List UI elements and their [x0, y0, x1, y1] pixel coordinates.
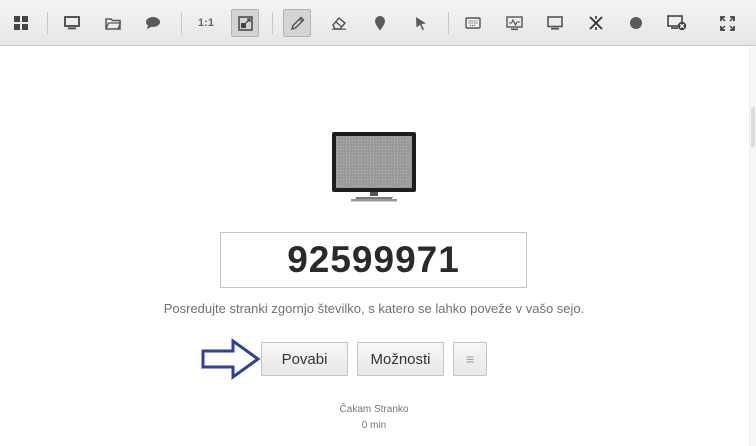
instructions-text: Posredujte stranki zgornjo številko, s k…	[163, 301, 585, 316]
scrollbar-thumb[interactable]	[751, 107, 755, 147]
toolbar-separator	[181, 12, 182, 34]
grid-icon[interactable]	[7, 9, 35, 37]
tools-icon[interactable]	[582, 9, 610, 37]
display-icon[interactable]	[541, 9, 569, 37]
folder-icon[interactable]	[99, 9, 127, 37]
invite-button[interactable]: Povabi	[261, 342, 348, 376]
marker-icon[interactable]	[366, 9, 394, 37]
menu-button[interactable]: ≡	[453, 342, 487, 376]
toolbar-separator	[448, 12, 449, 34]
fullscreen-icon[interactable]	[713, 9, 741, 37]
actual-size-button[interactable]: 1:1	[192, 9, 220, 37]
session-id-box: 92599971	[220, 232, 527, 288]
status-text: Čakam Stranko	[339, 404, 409, 415]
arrow-pointer-icon	[200, 338, 262, 385]
toolbar-separator	[272, 12, 273, 34]
eraser-icon[interactable]	[325, 9, 353, 37]
actual-size-label: 1:1	[198, 17, 214, 29]
options-button[interactable]: Možnosti	[357, 342, 444, 376]
record-icon[interactable]	[622, 9, 650, 37]
session-id: 92599971	[287, 239, 460, 280]
monitor-illustration	[331, 131, 417, 208]
scrollbar[interactable]	[749, 47, 756, 446]
elapsed-time: 0 min	[361, 420, 387, 431]
pencil-icon[interactable]	[283, 9, 311, 37]
pointer-icon[interactable]	[407, 9, 435, 37]
chat-icon[interactable]	[139, 9, 167, 37]
keyboard-icon[interactable]	[459, 9, 487, 37]
disconnect-icon[interactable]	[663, 9, 691, 37]
toolbar: 1:1	[0, 0, 756, 46]
monitor-icon[interactable]	[58, 9, 86, 37]
toolbar-separator	[47, 12, 48, 34]
screen-signal-icon[interactable]	[500, 9, 528, 37]
scale-to-fit-icon[interactable]	[231, 9, 259, 37]
